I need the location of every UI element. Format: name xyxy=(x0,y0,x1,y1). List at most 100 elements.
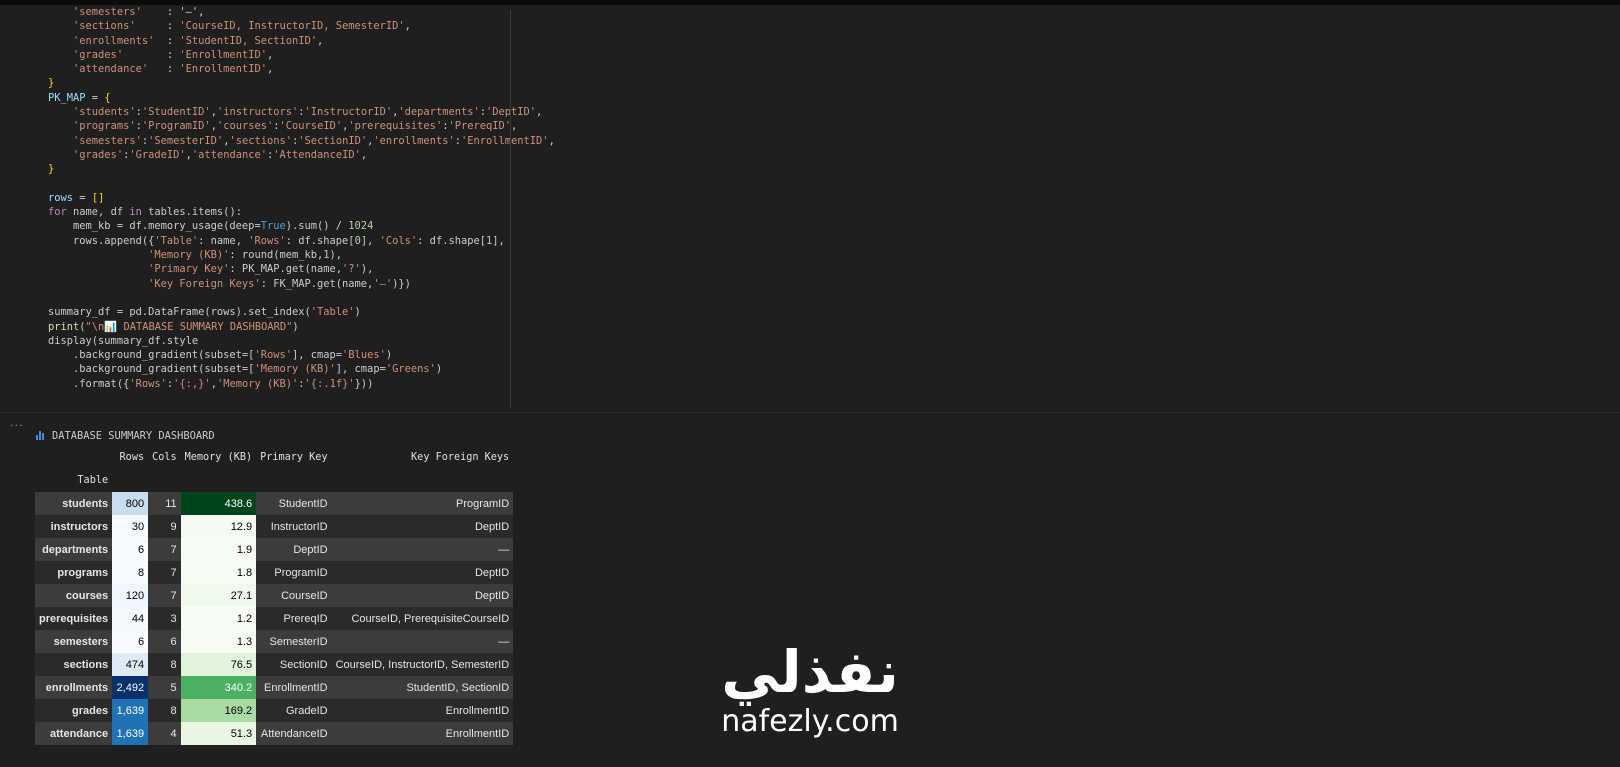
code-token: , xyxy=(536,106,543,119)
code-line[interactable]: mem_kb = df.memory_usage(deep=True).sum(… xyxy=(48,219,555,233)
code-line[interactable]: 'sections' : 'CourseID, InstructorID, Se… xyxy=(48,19,555,33)
code-token: '{:,}' xyxy=(173,377,211,390)
code-token: .background_gradient(subset=[ xyxy=(48,363,255,376)
code-token: 'attendance' xyxy=(48,63,149,76)
code-token: name, df xyxy=(66,206,130,219)
code-token: : round(mem_kb, xyxy=(229,249,324,262)
memory-cell: 51.3 xyxy=(180,722,257,745)
code-line[interactable]: 'Key Foreign Keys': FK_MAP.get(name,'—')… xyxy=(48,277,555,291)
rows-cell: 800 xyxy=(112,492,149,515)
code-token: 'CourseID' xyxy=(279,120,343,133)
code-cell[interactable]: 'semesters' : '—', 'sections' : 'CourseI… xyxy=(0,5,1620,413)
code-line[interactable]: 'attendance' : 'EnrollmentID', xyxy=(48,62,555,76)
code-line[interactable]: } xyxy=(48,76,555,90)
foreign-keys-cell: — xyxy=(331,630,514,653)
primary-key-cell: GradeID xyxy=(256,699,332,722)
column-header-cols: Cols xyxy=(152,451,177,463)
code-line[interactable]: summary_df = pd.DataFrame(rows).set_inde… xyxy=(48,305,555,319)
primary-key-cell: ProgramID xyxy=(256,561,332,584)
code-line[interactable] xyxy=(48,177,555,191)
code-line[interactable]: .background_gradient(subset=['Memory (KB… xyxy=(48,362,555,376)
code-token: ) xyxy=(354,306,361,319)
code-token: 'EnrollmentID' xyxy=(179,48,267,61)
index-header-row: Table xyxy=(35,468,513,492)
output-more-icon[interactable]: ... xyxy=(10,416,24,429)
code-line[interactable]: print("\n📊 DATABASE SUMMARY DASHBOARD") xyxy=(48,320,555,334)
rows-cell: 1,639 xyxy=(112,722,149,745)
primary-key-cell: StudentID xyxy=(256,492,332,515)
code-line[interactable]: 'Memory (KB)': round(mem_kb,1), xyxy=(48,248,555,262)
table-row: grades 1,639 8 169.2 GradeID EnrollmentID xyxy=(35,699,514,722)
code-token: , xyxy=(266,63,274,76)
table-row: courses 120 7 27.1 CourseID DeptID xyxy=(35,584,514,607)
code-line[interactable]: 'Primary Key': PK_MAP.get(name,'?'), xyxy=(48,262,555,276)
code-line[interactable]: 'semesters':'SemesterID','sections':'Sec… xyxy=(48,134,555,148)
code-line[interactable]: 'grades':'GradeID','attendance':'Attenda… xyxy=(48,148,555,162)
code-line[interactable]: PK_MAP = { xyxy=(48,91,555,105)
primary-key-cell: PrereqID xyxy=(256,607,332,630)
code-token: rows.append({ xyxy=(48,234,155,247)
code-editor[interactable]: 'semesters' : '—', 'sections' : 'CourseI… xyxy=(0,5,1620,412)
code-token: ], xyxy=(492,234,505,247)
code-token: 'semesters' xyxy=(73,134,142,147)
code-token: 'courses' xyxy=(216,120,274,133)
code-token: } xyxy=(48,163,55,176)
code-token: 'AttendanceID' xyxy=(273,148,361,161)
summary-table: Rows Cols Memory (KB) Primary Key Key Fo… xyxy=(35,446,514,745)
table-row: prerequisites 44 3 1.2 PrereqID CourseID, Pre… xyxy=(35,607,514,630)
code-line[interactable]: } xyxy=(48,162,555,176)
code-token: 'Table' xyxy=(310,306,355,319)
code-token: : name, xyxy=(198,234,249,247)
code-line[interactable]: .background_gradient(subset=['Rows'], cm… xyxy=(48,348,555,362)
code-line[interactable]: 'programs':'ProgramID','courses':'Course… xyxy=(48,119,555,133)
foreign-keys-cell: CourseID, PrerequisiteCourseID xyxy=(331,607,514,630)
memory-cell: 1.2 xyxy=(180,607,257,630)
code-line[interactable]: .format({'Rows':'{:,}','Memory (KB)':'{:… xyxy=(48,377,555,391)
rows-cell: 44 xyxy=(112,607,149,630)
code-line[interactable]: for name, df in tables.items(): xyxy=(48,205,555,219)
foreign-keys-cell: EnrollmentID xyxy=(331,722,514,745)
code-token: 'prerequisites' xyxy=(348,120,443,133)
code-line[interactable]: 'semesters' : '—', xyxy=(48,5,555,19)
foreign-keys-cell: EnrollmentID xyxy=(331,699,514,722)
code-line[interactable]: rows.append({'Table': name, 'Rows': df.s… xyxy=(48,234,555,248)
code-token: : df.shape[ xyxy=(285,234,355,247)
cols-cell: 3 xyxy=(148,607,181,630)
code-token: : PK_MAP.get(name, xyxy=(229,263,343,276)
row-label: sections xyxy=(35,653,113,676)
code-line[interactable]: rows = [] xyxy=(48,191,555,205)
code-token: ], cmap= xyxy=(292,349,343,362)
cols-cell: 9 xyxy=(148,515,181,538)
code-text[interactable]: 'semesters' : '—', 'sections' : 'CourseI… xyxy=(48,5,555,391)
code-token: : FK_MAP.get(name, xyxy=(260,277,374,290)
code-line[interactable]: 'enrollments' : 'StudentID, SectionID', xyxy=(48,34,555,48)
cols-cell: 11 xyxy=(148,492,181,515)
code-token: 'programs' xyxy=(73,120,136,133)
rows-cell: 474 xyxy=(112,653,149,676)
row-label: courses xyxy=(35,584,113,607)
code-token: print xyxy=(48,320,80,333)
cols-cell: 8 xyxy=(148,699,181,722)
code-token: 'sections' xyxy=(48,20,136,33)
code-line[interactable]: 'students':'StudentID','instructors':'In… xyxy=(48,105,555,119)
code-token: , xyxy=(404,20,411,33)
code-line[interactable]: display(summary_df.style xyxy=(48,334,555,348)
foreign-keys-cell: StudentID, SectionID xyxy=(331,676,514,699)
table-row: instructors 30 9 12.9 InstructorID DeptID xyxy=(35,515,514,538)
output-title: DATABASE SUMMARY DASHBOARD xyxy=(36,430,215,442)
code-token: = xyxy=(73,191,92,204)
code-token: : xyxy=(148,63,180,76)
code-token: 'Blues' xyxy=(342,349,386,362)
code-token: 'SectionID' xyxy=(298,134,368,147)
code-line[interactable]: 'grades' : 'EnrollmentID', xyxy=(48,48,555,62)
code-line[interactable] xyxy=(48,291,555,305)
primary-key-cell: AttendanceID xyxy=(256,722,332,745)
bar-chart-icon xyxy=(36,430,46,440)
table-row: students 800 11 438.6 StudentID ProgramID xyxy=(35,492,514,515)
code-token: 'departments' xyxy=(398,106,480,119)
code-token: summary_df = pd.DataFrame(rows).set_inde… xyxy=(48,306,311,319)
row-label: grades xyxy=(35,699,113,722)
row-label: programs xyxy=(35,561,113,584)
